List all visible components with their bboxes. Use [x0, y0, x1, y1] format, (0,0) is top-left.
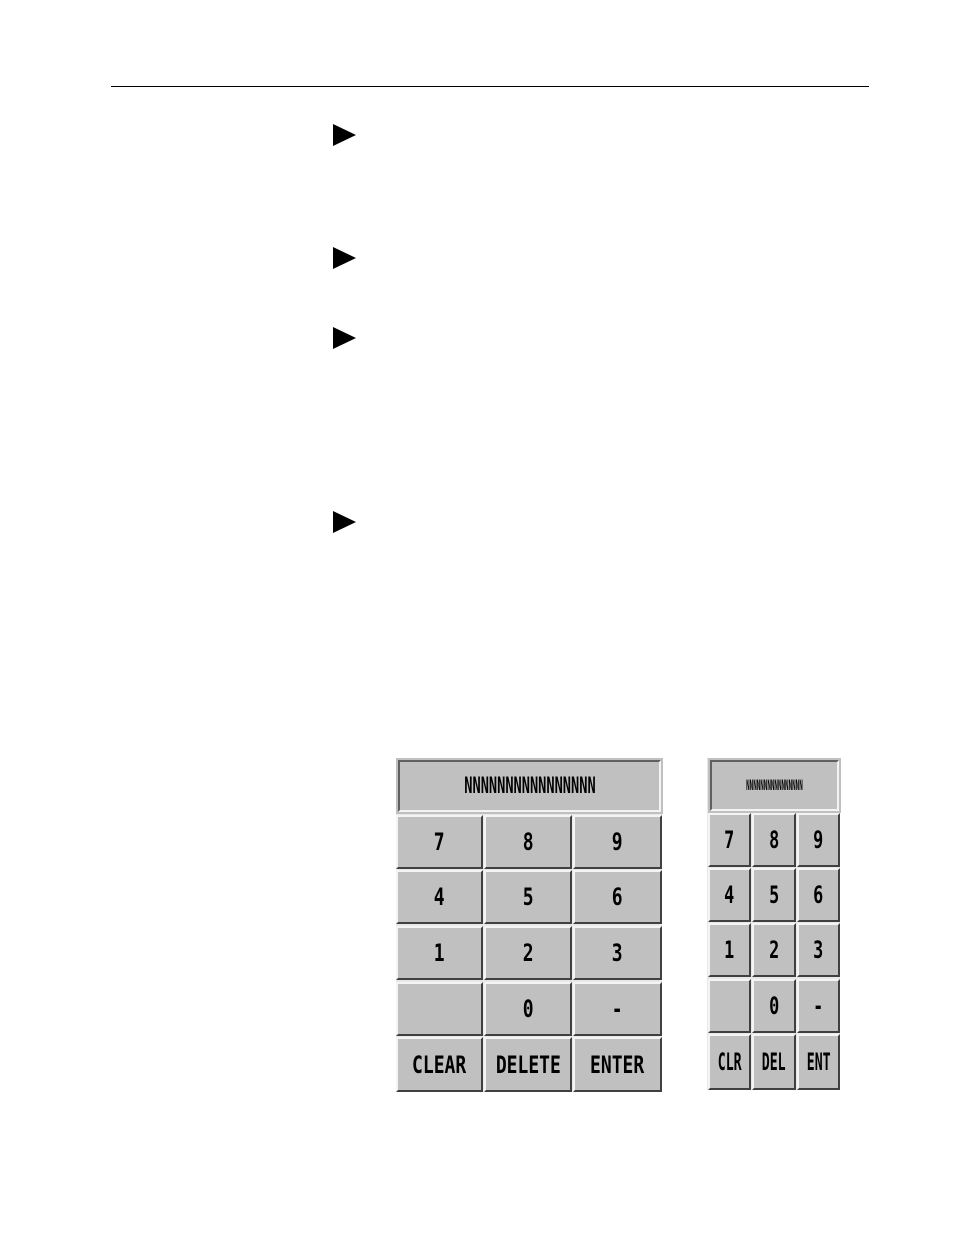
key-label: -: [612, 995, 623, 1023]
key-2[interactable]: 2: [484, 926, 572, 980]
bullet-arrow-icon: [333, 511, 356, 533]
key-label: -: [813, 992, 824, 1020]
key-label: 7: [724, 826, 735, 854]
key-label: 6: [612, 883, 623, 911]
key-label: 3: [612, 939, 623, 967]
key-label: ENT: [806, 1048, 831, 1076]
key-blank[interactable]: [396, 982, 483, 1036]
key-label: 2: [522, 939, 534, 967]
keypad-large: NNNNNNNNNNNNNNNN 7 8 9 4 5 6 1 2 3 0 - CLEAR DELETE EN…: [396, 758, 662, 1092]
key-0[interactable]: 0: [752, 979, 796, 1033]
key-1[interactable]: 1: [708, 923, 751, 977]
bullet-arrow-icon: [333, 247, 356, 269]
key-minus[interactable]: -: [573, 982, 662, 1036]
key-label: 3: [813, 936, 824, 964]
key-label: DEL: [762, 1048, 786, 1076]
key-6[interactable]: 6: [573, 870, 662, 924]
key-label: 9: [813, 826, 824, 854]
key-7[interactable]: 7: [396, 815, 483, 869]
key-clr[interactable]: CLR: [708, 1034, 751, 1090]
key-3[interactable]: 3: [573, 926, 662, 980]
key-4[interactable]: 4: [708, 868, 751, 922]
key-label: 7: [434, 828, 445, 856]
key-label: DELETE: [495, 1050, 561, 1079]
key-8[interactable]: 8: [752, 813, 796, 867]
key-4[interactable]: 4: [396, 870, 483, 924]
bullet-arrow-icon: [333, 327, 356, 349]
key-label: 1: [724, 936, 735, 964]
key-label: ENTER: [590, 1050, 645, 1079]
key-label: 4: [724, 881, 735, 909]
key-0[interactable]: 0: [484, 982, 572, 1036]
key-8[interactable]: 8: [484, 815, 572, 869]
key-ent[interactable]: ENT: [797, 1034, 840, 1090]
key-blank[interactable]: [708, 979, 751, 1033]
key-label: CLEAR: [412, 1050, 467, 1079]
key-del[interactable]: DEL: [752, 1034, 796, 1090]
keypad-small: NNNNNNNNNNNNNNNN 7 8 9 4 5 6 1 2 3 0 - CLR DEL ENT: [707, 758, 840, 1090]
key-label: 0: [768, 992, 780, 1020]
display-value: NNNNNNNNNNNNNNNN: [463, 773, 596, 799]
key-label: CLR: [717, 1048, 742, 1076]
key-delete[interactable]: DELETE: [484, 1037, 572, 1092]
key-enter[interactable]: ENTER: [573, 1037, 662, 1092]
key-5[interactable]: 5: [752, 868, 796, 922]
key-5[interactable]: 5: [484, 870, 572, 924]
key-label: 0: [522, 995, 534, 1023]
key-9[interactable]: 9: [573, 815, 662, 869]
key-3[interactable]: 3: [797, 923, 840, 977]
key-label: 4: [434, 883, 445, 911]
keypad-display: NNNNNNNNNNNNNNNN: [710, 760, 839, 811]
key-1[interactable]: 1: [396, 926, 483, 980]
key-label: 8: [522, 828, 534, 856]
key-label: 1: [434, 939, 445, 967]
key-label: 2: [768, 936, 780, 964]
key-2[interactable]: 2: [752, 923, 796, 977]
key-7[interactable]: 7: [708, 813, 751, 867]
key-9[interactable]: 9: [797, 813, 840, 867]
key-label: 9: [612, 828, 623, 856]
keypad-display: NNNNNNNNNNNNNNNN: [398, 760, 661, 812]
key-label: 5: [768, 881, 780, 909]
bullet-arrow-icon: [333, 124, 356, 146]
key-minus[interactable]: -: [797, 979, 840, 1033]
key-label: 8: [768, 826, 780, 854]
key-label: 6: [813, 881, 824, 909]
header-rule: [111, 86, 869, 87]
key-clear[interactable]: CLEAR: [396, 1037, 483, 1092]
key-label: 5: [522, 883, 534, 911]
key-6[interactable]: 6: [797, 868, 840, 922]
display-value: NNNNNNNNNNNNNNNN: [746, 777, 803, 794]
